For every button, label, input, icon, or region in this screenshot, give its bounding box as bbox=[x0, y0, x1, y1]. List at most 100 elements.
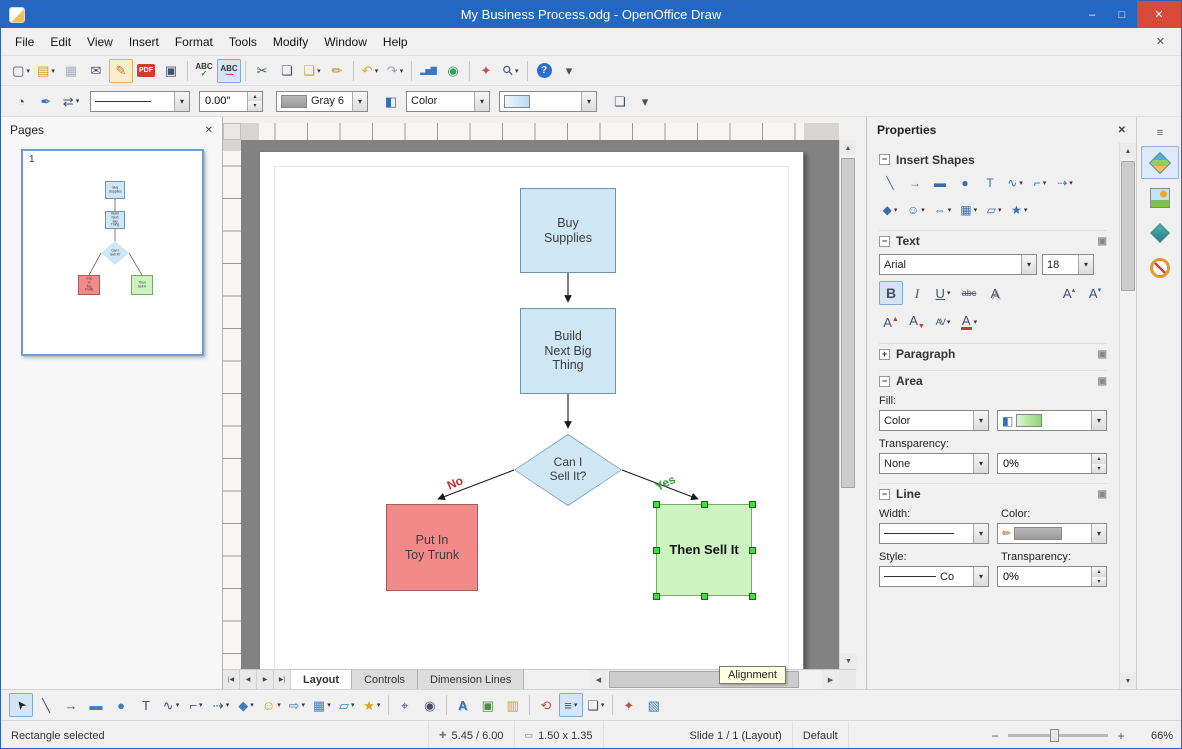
stars-tool[interactable]: ★ ▾ bbox=[360, 693, 384, 717]
spellcheck-button[interactable]: ABC bbox=[192, 59, 216, 83]
insert-line-icon[interactable]: ╲ bbox=[879, 172, 901, 194]
zoom-level[interactable]: 66% bbox=[1137, 730, 1173, 742]
menu-view[interactable]: View bbox=[79, 31, 121, 53]
font-size-combobox[interactable]: 18 ▾ bbox=[1042, 254, 1094, 275]
alignment-tool[interactable]: ≡ ▾ bbox=[558, 693, 583, 717]
toolbar-options-button[interactable]: ▾ bbox=[633, 89, 657, 113]
tab-dimension-lines[interactable]: Dimension Lines bbox=[418, 670, 525, 689]
chevron-down-icon[interactable]: ▾ bbox=[174, 91, 189, 111]
sidebar-menu-icon[interactable]: ≡ bbox=[1148, 124, 1172, 142]
decrease-font-size-button[interactable]: A bbox=[905, 310, 929, 334]
clone-formatting-button[interactable]: ✏ bbox=[325, 59, 349, 83]
dropdown-arrow-icon[interactable]: ▾ bbox=[601, 701, 605, 709]
insert-picture-tool[interactable]: ▣ bbox=[476, 693, 500, 717]
page-nav-button[interactable]: ◀ bbox=[240, 670, 257, 689]
basic-shapes-tool[interactable]: ◆ ▾ bbox=[234, 693, 258, 717]
insert-lines-arrows-icon[interactable]: ⇢ ▾ bbox=[1054, 172, 1076, 194]
insert-rectangle-icon[interactable]: ▬ bbox=[929, 172, 951, 194]
dropdown-arrow-icon[interactable]: ▾ bbox=[51, 67, 55, 75]
arrow-tool[interactable]: → bbox=[59, 693, 83, 717]
chevron-down-icon[interactable]: ▾ bbox=[1021, 255, 1036, 274]
auto-spellcheck-button[interactable]: ABC bbox=[217, 58, 241, 83]
scrollbar-track[interactable] bbox=[607, 670, 822, 689]
chevron-down-icon[interactable]: ▾ bbox=[1091, 411, 1106, 430]
basic-shapes-icon[interactable]: ◆ ▾ bbox=[879, 199, 901, 221]
insert-curve-icon[interactable]: ∿ ▾ bbox=[1004, 172, 1026, 194]
fill-style-select[interactable]: Color ▾ bbox=[406, 90, 490, 112]
zoom-button[interactable]: ⚲ ▾ bbox=[499, 59, 523, 83]
dropdown-arrow-icon[interactable]: ▾ bbox=[574, 701, 578, 709]
dropdown-arrow-icon[interactable]: ▾ bbox=[1019, 179, 1023, 187]
collapse-icon[interactable]: − bbox=[879, 235, 890, 247]
dropdown-arrow-icon[interactable]: ▾ bbox=[1069, 179, 1073, 187]
bold-button[interactable]: B bbox=[879, 281, 903, 305]
collapse-icon[interactable]: − bbox=[879, 488, 890, 500]
vertical-scrollbar[interactable]: ▲ ▼ bbox=[839, 140, 857, 669]
cut-button[interactable]: ✂ bbox=[250, 59, 274, 83]
selection-handle[interactable] bbox=[749, 593, 756, 600]
transparency-value-input[interactable]: 0% ▴ ▾ bbox=[996, 453, 1107, 474]
menu-help[interactable]: Help bbox=[375, 31, 416, 53]
line-color-select[interactable]: Gray 6 ▾ bbox=[276, 90, 368, 112]
scrollbar-thumb[interactable] bbox=[1121, 161, 1135, 291]
cursor-position-field[interactable]: ✚ 5.45 / 6.00 bbox=[429, 721, 515, 748]
page-thumbnail[interactable]: 1 Buy Supplies Build Next Big Thing Can … bbox=[21, 149, 204, 356]
character-spacing-button[interactable]: AV ▾ bbox=[931, 310, 955, 334]
spinner-buttons[interactable]: ▴ ▾ bbox=[1091, 454, 1106, 473]
fill-color-select[interactable]: ◧ ▾ bbox=[997, 410, 1107, 431]
select-tool[interactable]: ➤ bbox=[9, 693, 33, 717]
collapse-icon[interactable]: − bbox=[879, 375, 890, 387]
menu-edit[interactable]: Edit bbox=[42, 31, 79, 53]
undo-button[interactable]: ↶ ▾ bbox=[358, 59, 382, 83]
open-button[interactable]: ▤ ▾ bbox=[34, 59, 58, 83]
line-style-select[interactable]: ▾ bbox=[90, 90, 190, 112]
menu-window[interactable]: Window bbox=[316, 31, 375, 53]
dropdown-arrow-icon[interactable]: ▾ bbox=[327, 701, 331, 709]
dropdown-arrow-icon[interactable]: ▾ bbox=[26, 67, 30, 75]
dialog-launcher-icon[interactable]: ▣ bbox=[1098, 236, 1107, 247]
dropdown-arrow-icon[interactable]: ▾ bbox=[894, 206, 898, 214]
font-shadow-button[interactable]: A bbox=[983, 281, 1007, 305]
selection-handle[interactable] bbox=[701, 593, 708, 600]
dropdown-arrow-icon[interactable]: ▾ bbox=[1024, 206, 1028, 214]
zoom-in-button[interactable]: + bbox=[1115, 729, 1127, 743]
scroll-down-icon[interactable]: ▼ bbox=[840, 653, 857, 669]
decrease-spacing-button[interactable]: A bbox=[1083, 281, 1107, 305]
arrow-style-button[interactable]: ⇄ ▾ bbox=[59, 89, 83, 113]
strikethrough-button[interactable]: abc bbox=[957, 281, 981, 305]
page-nav-button[interactable]: ▶ bbox=[257, 670, 274, 689]
chevron-down-icon[interactable]: ▾ bbox=[973, 411, 988, 430]
glue-points-tool[interactable]: ◉ bbox=[418, 693, 442, 717]
fill-color-select[interactable]: ▾ bbox=[499, 90, 597, 112]
dropdown-arrow-icon[interactable]: ▾ bbox=[176, 701, 180, 709]
sidebar-tab-properties[interactable] bbox=[1141, 146, 1179, 179]
font-name-combobox[interactable]: Arial ▾ bbox=[879, 254, 1037, 275]
close-document-icon[interactable]: ✕ bbox=[1146, 35, 1175, 48]
increase-font-size-button[interactable]: A bbox=[879, 310, 903, 334]
flow-diamond-can-i-sell-it[interactable]: Can I Sell It? bbox=[514, 434, 622, 506]
maximize-button[interactable]: □ bbox=[1107, 1, 1137, 28]
dropdown-arrow-icon[interactable]: ▾ bbox=[351, 701, 355, 709]
scrollbar-thumb[interactable] bbox=[841, 158, 855, 488]
edit-file-button[interactable]: ✎ bbox=[109, 58, 133, 83]
styles-button[interactable]: ◔ bbox=[9, 89, 33, 113]
object-size-field[interactable]: ▭ 1.50 x 1.35 bbox=[515, 721, 604, 748]
sidebar-scrollbar[interactable]: ▲ ▼ bbox=[1119, 143, 1136, 689]
dropdown-arrow-icon[interactable]: ▾ bbox=[199, 701, 203, 709]
area-dialog-button[interactable]: ◧ bbox=[379, 89, 403, 113]
chevron-down-icon[interactable]: ▾ bbox=[474, 91, 489, 111]
connector-tool[interactable]: ⌐ ▾ bbox=[184, 693, 208, 717]
close-button[interactable]: ✕ bbox=[1137, 1, 1181, 28]
expand-icon[interactable]: + bbox=[879, 348, 890, 360]
page-nav-button[interactable]: ▶| bbox=[274, 670, 291, 689]
fill-style-select[interactable]: Color ▾ bbox=[879, 410, 989, 431]
dropdown-arrow-icon[interactable]: ▾ bbox=[974, 206, 978, 214]
selection-handle[interactable] bbox=[701, 501, 708, 508]
star-shapes-icon[interactable]: ★ ▾ bbox=[1008, 199, 1030, 221]
transparency-style-select[interactable]: None ▾ bbox=[879, 453, 989, 474]
scroll-up-icon[interactable]: ▲ bbox=[1120, 143, 1136, 159]
flow-rect-build-next-big-thing[interactable]: Build Next Big Thing bbox=[520, 308, 616, 394]
callout-shapes-icon[interactable]: ▱ ▾ bbox=[983, 199, 1005, 221]
page-style-field[interactable]: Default bbox=[793, 721, 849, 748]
chevron-down-icon[interactable]: ▾ bbox=[1091, 524, 1106, 543]
